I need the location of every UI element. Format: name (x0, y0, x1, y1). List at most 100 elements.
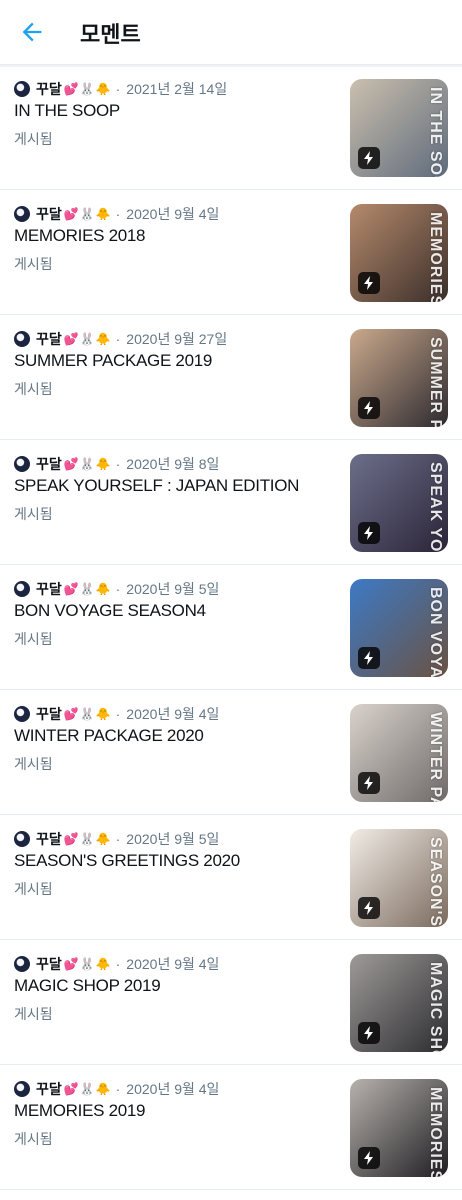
lightning-icon (358, 522, 380, 544)
thumbnail-caption: SEASON'S GREETINGS 2020 (426, 837, 444, 927)
top-bar: 모멘트 (0, 0, 462, 65)
moment-date: 2020년 9월 27일 (126, 331, 228, 347)
avatar[interactable] (14, 1081, 30, 1097)
rabbit-emoji-icon: 🐰 (79, 332, 95, 346)
moment-thumbnail[interactable]: MAGIC SHOP 2019 (350, 954, 448, 1052)
avatar[interactable] (14, 706, 30, 722)
moment-meta: 꾸달 💕 🐰 🐥 · 2020년 9월 4일 (14, 1079, 219, 1099)
moment-status: 게시됨 (14, 881, 53, 897)
heart-emoji-icon: 💕 (63, 957, 79, 971)
moment-title[interactable]: IN THE SOOP (14, 101, 120, 121)
moment-meta: 꾸달 💕 🐰 🐥 · 2020년 9월 4일 (14, 204, 219, 224)
moment-item[interactable]: 꾸달 💕 🐰 🐥 · 2020년 9월 5일 BON VOYAGE SEASON… (0, 565, 462, 690)
chick-emoji-icon: 🐥 (95, 957, 111, 971)
moment-title[interactable]: MAGIC SHOP 2019 (14, 976, 161, 996)
heart-emoji-icon: 💕 (63, 832, 79, 846)
moment-item[interactable]: 꾸달 💕 🐰 🐥 · 2021년 2월 14일 IN THE SOOP 게시됨 … (0, 65, 462, 190)
heart-emoji-icon: 💕 (63, 82, 79, 96)
author-name[interactable]: 꾸달 (36, 329, 62, 349)
chick-emoji-icon: 🐥 (95, 457, 111, 471)
page-title: 모멘트 (80, 22, 141, 47)
avatar[interactable] (14, 331, 30, 347)
moment-status: 게시됨 (14, 256, 53, 272)
separator-dot: · (115, 581, 121, 597)
heart-emoji-icon: 💕 (63, 457, 79, 471)
author-name[interactable]: 꾸달 (36, 1079, 62, 1099)
moment-title[interactable]: WINTER PACKAGE 2020 (14, 726, 204, 746)
moment-thumbnail[interactable]: SEASON'S GREETINGS 2020 (350, 829, 448, 927)
moment-thumbnail[interactable]: MEMORIES 2019 (350, 1079, 448, 1177)
separator-dot: · (115, 1081, 121, 1097)
moment-meta: 꾸달 💕 🐰 🐥 · 2020년 9월 27일 (14, 329, 227, 349)
moment-thumbnail[interactable]: BON VOYAGE S4 (350, 579, 448, 677)
avatar[interactable] (14, 581, 30, 597)
heart-emoji-icon: 💕 (63, 332, 79, 346)
moment-title[interactable]: SEASON'S GREETINGS 2020 (14, 851, 240, 871)
avatar[interactable] (14, 456, 30, 472)
lightning-icon (358, 272, 380, 294)
separator-dot: · (115, 331, 121, 347)
moment-date: 2020년 9월 4일 (126, 1081, 220, 1097)
moment-date: 2020년 9월 5일 (126, 831, 220, 847)
heart-emoji-icon: 💕 (63, 707, 79, 721)
moment-date: 2020년 9월 4일 (126, 706, 220, 722)
moment-item[interactable]: 꾸달 💕 🐰 🐥 · 2020년 9월 4일 MEMORIES 2018 게시됨… (0, 190, 462, 315)
rabbit-emoji-icon: 🐰 (79, 457, 95, 471)
heart-emoji-icon: 💕 (63, 1082, 79, 1096)
author-name[interactable]: 꾸달 (36, 704, 62, 724)
moment-thumbnail[interactable]: IN THE SOOP (350, 79, 448, 177)
author-name[interactable]: 꾸달 (36, 79, 62, 99)
moment-thumbnail[interactable]: SPEAK YOURSELF JAPAN EDITION (350, 454, 448, 552)
chick-emoji-icon: 🐥 (95, 207, 111, 221)
author-name[interactable]: 꾸달 (36, 829, 62, 849)
rabbit-emoji-icon: 🐰 (79, 1082, 95, 1096)
moment-item[interactable]: 꾸달 💕 🐰 🐥 · 2020년 9월 8일 SPEAK YOURSELF : … (0, 440, 462, 565)
separator-dot: · (115, 956, 121, 972)
moment-date: 2020년 9월 4일 (126, 206, 220, 222)
avatar[interactable] (14, 956, 30, 972)
lightning-icon (358, 647, 380, 669)
thumbnail-caption: IN THE SOOP (427, 87, 444, 177)
moment-item[interactable]: 꾸달 💕 🐰 🐥 · 2020년 9월 27일 SUMMER PACKAGE 2… (0, 315, 462, 440)
chick-emoji-icon: 🐥 (95, 582, 111, 596)
moment-item[interactable]: 꾸달 💕 🐰 🐥 · 2020년 9월 5일 SEASON'S GREETING… (0, 815, 462, 940)
moment-item[interactable]: 꾸달 💕 🐰 🐥 · 2020년 9월 4일 MAGIC SHOP 2019 게… (0, 940, 462, 1065)
arrow-left-icon[interactable] (18, 18, 46, 46)
avatar[interactable] (14, 81, 30, 97)
author-name[interactable]: 꾸달 (36, 204, 62, 224)
moment-meta: 꾸달 💕 🐰 🐥 · 2020년 9월 5일 (14, 829, 219, 849)
rabbit-emoji-icon: 🐰 (79, 207, 95, 221)
chick-emoji-icon: 🐥 (95, 332, 111, 346)
avatar[interactable] (14, 206, 30, 222)
chick-emoji-icon: 🐥 (95, 832, 111, 846)
author-name[interactable]: 꾸달 (36, 454, 62, 474)
rabbit-emoji-icon: 🐰 (79, 707, 95, 721)
moment-thumbnail[interactable]: SUMMER PACKAGE 2019 (350, 329, 448, 427)
moment-item[interactable]: 꾸달 💕 🐰 🐥 · 2020년 9월 4일 MEMORIES 2019 게시됨… (0, 1065, 462, 1190)
author-name[interactable]: 꾸달 (36, 579, 62, 599)
heart-emoji-icon: 💕 (63, 207, 79, 221)
rabbit-emoji-icon: 🐰 (79, 957, 95, 971)
moment-title[interactable]: BON VOYAGE SEASON4 (14, 601, 206, 621)
avatar[interactable] (14, 831, 30, 847)
separator-dot: · (115, 206, 121, 222)
moment-thumbnail[interactable]: WINTER PACKAGE 2020 (350, 704, 448, 802)
moment-thumbnail[interactable]: MEMORIES 2018 (350, 204, 448, 302)
thumbnail-caption: MAGIC SHOP 2019 (427, 962, 444, 1052)
moment-status: 게시됨 (14, 756, 53, 772)
moment-title[interactable]: MEMORIES 2019 (14, 1101, 146, 1121)
moment-meta: 꾸달 💕 🐰 🐥 · 2020년 9월 4일 (14, 954, 219, 974)
moment-title[interactable]: SUMMER PACKAGE 2019 (14, 351, 212, 371)
lightning-icon (358, 772, 380, 794)
moment-status: 게시됨 (14, 506, 53, 522)
moment-item[interactable]: 꾸달 💕 🐰 🐥 · 2020년 9월 4일 WINTER PACKAGE 20… (0, 690, 462, 815)
moment-status: 게시됨 (14, 631, 53, 647)
moment-title[interactable]: MEMORIES 2018 (14, 226, 146, 246)
author-name[interactable]: 꾸달 (36, 954, 62, 974)
moment-meta: 꾸달 💕 🐰 🐥 · 2020년 9월 8일 (14, 454, 219, 474)
moment-title[interactable]: SPEAK YOURSELF : JAPAN EDITION (14, 476, 299, 496)
moment-meta: 꾸달 💕 🐰 🐥 · 2020년 9월 5일 (14, 579, 219, 599)
lightning-icon (358, 1147, 380, 1169)
rabbit-emoji-icon: 🐰 (79, 832, 95, 846)
moment-meta: 꾸달 💕 🐰 🐥 · 2020년 9월 4일 (14, 704, 219, 724)
